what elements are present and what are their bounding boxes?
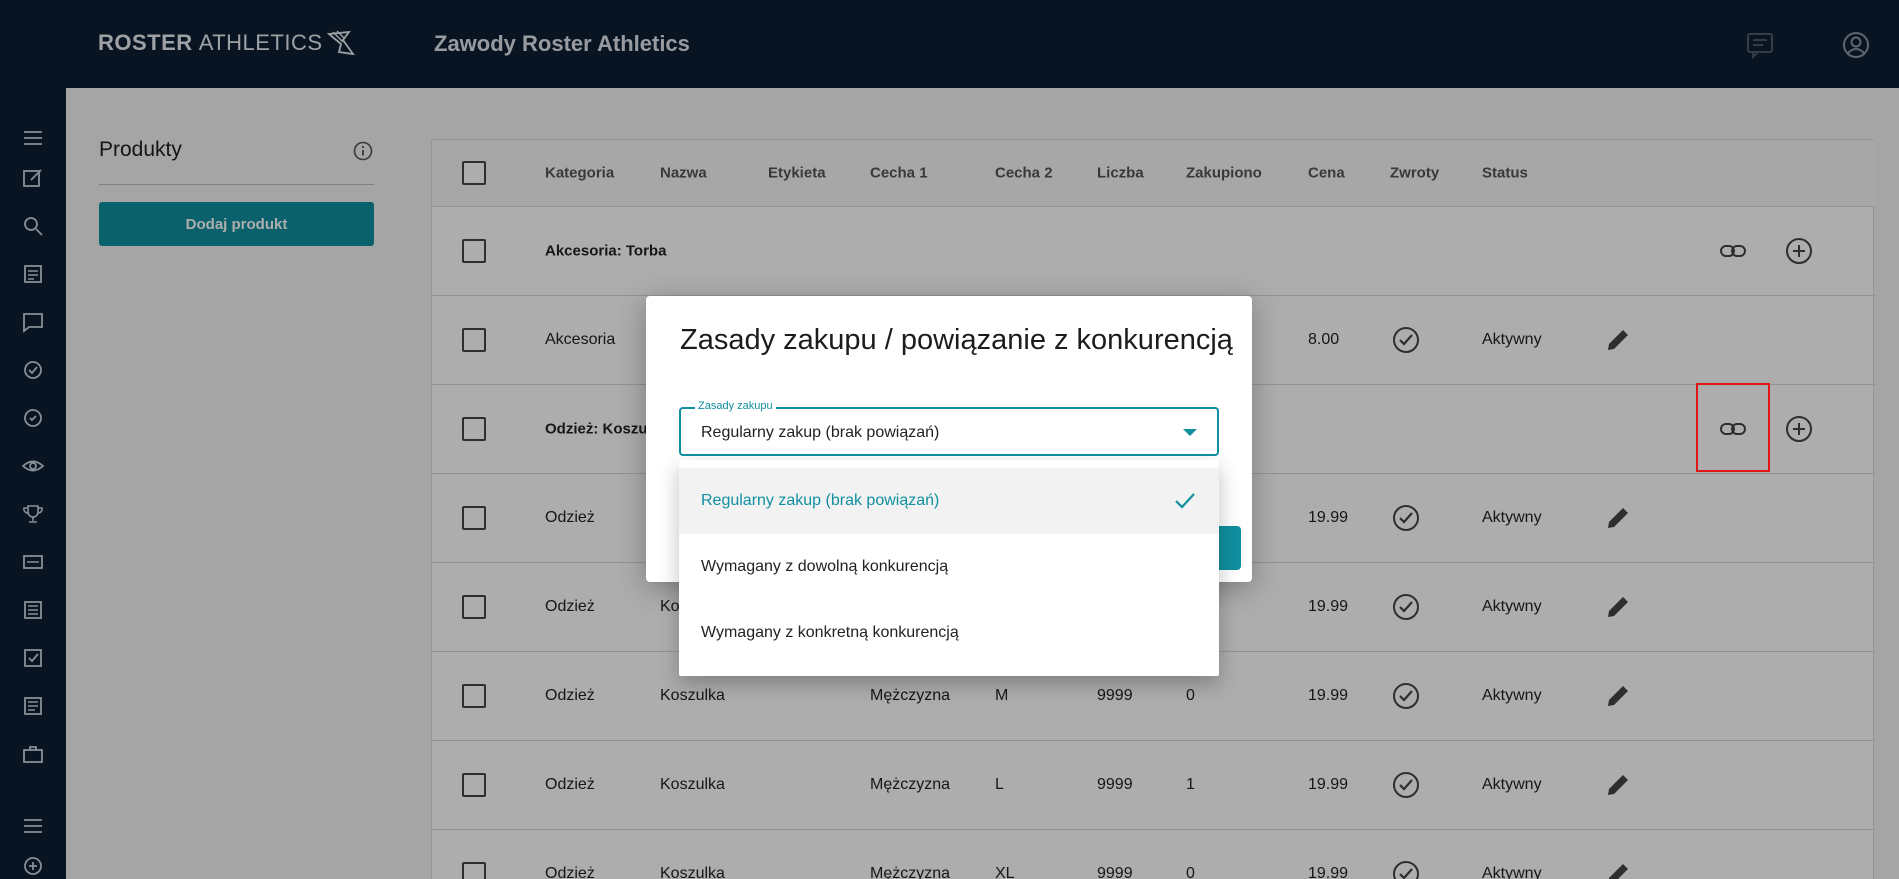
option-regular-purchase[interactable]: Regularny zakup (brak powiązań) xyxy=(679,468,1219,534)
option-required-specific-competition[interactable]: Wymagany z konkretną konkurencją xyxy=(679,600,1219,666)
purchase-rule-select[interactable]: Zasady zakupu Regularny zakup (brak powi… xyxy=(679,400,1219,456)
caret-down-icon[interactable] xyxy=(1183,429,1197,436)
checkmark-icon xyxy=(1175,493,1195,509)
select-label: Zasady zakupu xyxy=(695,400,776,412)
option-required-any-competition[interactable]: Wymagany z dowolną konkurencją xyxy=(679,534,1219,600)
dialog-title: Zasady zakupu / powiązanie z konkurencją xyxy=(680,324,1233,356)
option-label: Wymagany z konkretną konkurencją xyxy=(701,624,959,641)
option-label: Wymagany z dowolną konkurencją xyxy=(701,558,949,575)
purchase-rule-options: Regularny zakup (brak powiązań) Wymagany… xyxy=(679,460,1219,676)
select-value: Regularny zakup (brak powiązań) xyxy=(701,424,940,441)
option-label: Regularny zakup (brak powiązań) xyxy=(701,492,940,509)
link-icon-highlight xyxy=(1696,383,1770,472)
